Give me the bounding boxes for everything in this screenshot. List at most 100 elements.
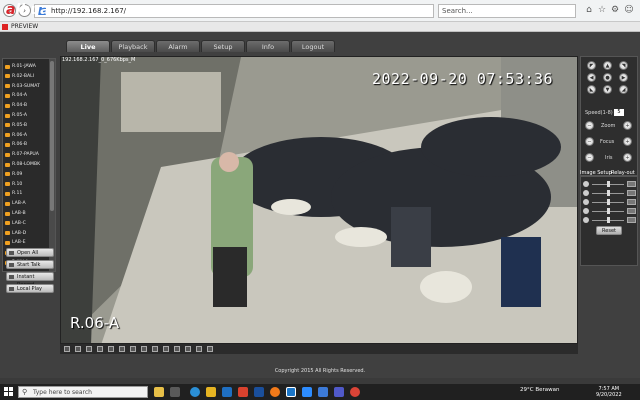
zoom-out-icon[interactable]: − [585, 121, 594, 130]
instant-record-button[interactable]: Instant Record [6, 272, 54, 288]
zoom-in-icon[interactable]: + [623, 121, 632, 130]
channel-item[interactable]: R.08-LOMBK [5, 161, 40, 168]
focus-minus-icon[interactable]: − [585, 137, 594, 146]
ie-icon[interactable] [286, 387, 296, 397]
channel-item[interactable]: R.06-B [5, 141, 27, 148]
slider-knob[interactable] [607, 208, 610, 214]
url-text: http://192.168.2.167/ [51, 7, 127, 15]
video-toolbar-button[interactable] [97, 346, 103, 352]
slider-knob[interactable] [607, 181, 610, 187]
channel-item[interactable]: R.04-B [5, 102, 27, 109]
focus-plus-icon[interactable]: + [623, 137, 632, 146]
channel-item[interactable]: LAB-E [5, 239, 26, 246]
ptz-up-right-icon[interactable]: ◥ [619, 61, 628, 70]
ptz-up-icon[interactable]: ▲ [603, 61, 612, 70]
chrome-icon[interactable] [350, 387, 360, 397]
slider-stepper[interactable] [627, 217, 636, 223]
ptz-center-icon[interactable]: ● [603, 73, 612, 82]
meet-icon[interactable] [318, 387, 328, 397]
slider-stepper[interactable] [627, 199, 636, 205]
home-icon[interactable]: ⌂ [584, 5, 594, 15]
live-video[interactable] [60, 56, 578, 344]
windows-start-icon[interactable] [4, 387, 14, 397]
ptz-down-icon[interactable]: ▼ [603, 85, 612, 94]
video-toolbar-button[interactable] [64, 346, 70, 352]
video-toolbar-button[interactable] [86, 346, 92, 352]
open-all-button[interactable]: Open All [6, 248, 54, 257]
video-toolbar-button[interactable] [119, 346, 125, 352]
video-toolbar-button[interactable] [196, 346, 202, 352]
channel-item[interactable]: R.10 [5, 181, 22, 188]
slider-stepper[interactable] [627, 190, 636, 196]
video-toolbar-button[interactable] [75, 346, 81, 352]
slider-stepper[interactable] [627, 181, 636, 187]
video-toolbar-button[interactable] [163, 346, 169, 352]
channel-item[interactable]: R.03-SUMAT [5, 83, 40, 90]
channel-item[interactable]: R.11 [5, 190, 22, 197]
speed-select[interactable]: 5 [614, 109, 624, 116]
tab-setup[interactable]: Setup [201, 40, 245, 52]
channel-item[interactable]: R.06-A [5, 132, 27, 139]
browser-search-input[interactable]: Search... [438, 4, 576, 18]
channel-item[interactable]: R.01-JAWA [5, 63, 36, 70]
video-toolbar-button[interactable] [207, 346, 213, 352]
iris-label: Iris [605, 155, 613, 161]
video-toolbar-button[interactable] [174, 346, 180, 352]
camera-icon [5, 182, 10, 187]
ptz-down-right-icon[interactable]: ◢ [619, 85, 628, 94]
video-toolbar-button[interactable] [108, 346, 114, 352]
video-toolbar-button[interactable] [185, 346, 191, 352]
ptz-left-icon[interactable]: ◀ [587, 73, 596, 82]
video-toolbar-button[interactable] [152, 346, 158, 352]
video-toolbar-button[interactable] [141, 346, 147, 352]
zoom-app-icon[interactable] [302, 387, 312, 397]
smiley-icon[interactable]: ☺ [624, 5, 634, 15]
tab-alarm[interactable]: Alarm [156, 40, 200, 52]
channel-item[interactable]: R.09 [5, 171, 22, 178]
star-icon[interactable]: ☆ [597, 5, 607, 15]
channel-item[interactable]: R.07-PAPUA [5, 151, 39, 158]
channel-item[interactable]: R.05-A [5, 112, 27, 119]
tab-playback[interactable]: Playback [111, 40, 155, 52]
ptz-right-icon[interactable]: ▶ [619, 73, 628, 82]
browser-tab[interactable]: PREVIEW [2, 22, 38, 32]
office-icon[interactable] [238, 387, 248, 397]
channel-item[interactable]: LAB-A [5, 200, 26, 207]
store-icon[interactable] [222, 387, 232, 397]
local-play-button[interactable]: Local Play [6, 284, 54, 293]
tab-logout[interactable]: Logout [291, 40, 335, 52]
channel-scrollbar[interactable] [49, 59, 55, 271]
address-bar[interactable]: http://192.168.2.167/ [34, 4, 434, 18]
slider-knob[interactable] [607, 199, 610, 205]
reset-button[interactable]: Reset [596, 226, 622, 235]
tab-info[interactable]: Info [246, 40, 290, 52]
channel-item[interactable]: R.04-A [5, 92, 27, 99]
firefox-icon[interactable] [270, 387, 280, 397]
channel-item[interactable]: LAB-B [5, 210, 26, 217]
taskbar-search-input[interactable]: ⚲ Type here to search [18, 386, 148, 398]
channel-item[interactable]: R.05-B [5, 122, 27, 129]
iris-minus-icon[interactable]: − [585, 153, 594, 162]
scroll-thumb[interactable] [50, 61, 54, 211]
ptz-up-left-icon[interactable]: ◤ [587, 61, 596, 70]
tab-live[interactable]: Live [66, 40, 110, 52]
start-talk-button[interactable]: Start Talk [6, 260, 54, 269]
ptz-down-left-icon[interactable]: ◣ [587, 85, 596, 94]
teams-icon[interactable] [334, 387, 344, 397]
widget-icon[interactable] [154, 387, 164, 397]
weather-status[interactable]: 29°C Berawan [520, 387, 559, 393]
iris-plus-icon[interactable]: + [623, 153, 632, 162]
channel-item[interactable]: LAB-C [5, 220, 26, 227]
task-view-icon[interactable] [170, 387, 180, 397]
mail-icon[interactable] [254, 387, 264, 397]
edge-icon[interactable] [190, 387, 200, 397]
video-toolbar-button[interactable] [130, 346, 136, 352]
channel-item[interactable]: R.02-BALI [5, 73, 34, 80]
slider-stepper[interactable] [627, 208, 636, 214]
gear-icon[interactable]: ⚙ [610, 5, 620, 15]
file-explorer-icon[interactable] [206, 387, 216, 397]
channel-item[interactable]: LAB-D [5, 230, 26, 237]
slider-knob[interactable] [607, 217, 610, 223]
clock[interactable]: 7:57 AM 9/20/2022 [596, 386, 622, 398]
slider-knob[interactable] [607, 190, 610, 196]
